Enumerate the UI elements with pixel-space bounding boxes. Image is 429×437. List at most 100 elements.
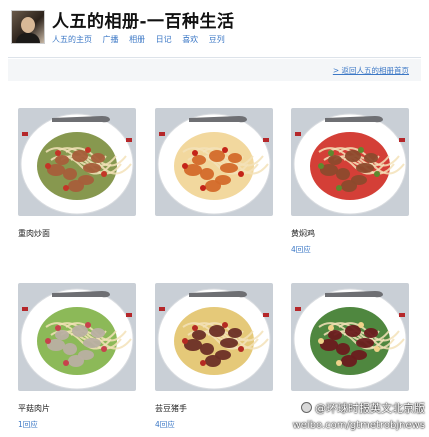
table-dot	[263, 138, 269, 142]
garnish	[45, 163, 51, 169]
page-title: 人五的相册-一百种生活	[52, 12, 235, 32]
food-piece	[91, 153, 105, 163]
food-piece	[55, 155, 69, 165]
food-piece	[68, 355, 84, 367]
food-piece	[228, 328, 242, 338]
garnish	[222, 147, 228, 153]
nav-link-diary[interactable]: 日记	[156, 35, 172, 44]
food-piece	[341, 355, 357, 367]
nav-link-likes[interactable]: 喜欢	[182, 35, 198, 44]
dish-photo	[155, 108, 273, 216]
watermark-line-1: @环球时报英文北京版	[315, 402, 425, 415]
food-piece	[356, 338, 374, 348]
table-dot	[159, 307, 165, 311]
photo-thumbnail[interactable]	[18, 108, 136, 216]
garnish	[374, 346, 380, 352]
food-piece	[336, 343, 350, 355]
photo-reply-count[interactable]: 1回应	[18, 419, 38, 430]
garnish	[192, 325, 198, 331]
photo-thumbnail[interactable]	[155, 283, 273, 391]
garnish	[85, 147, 91, 153]
photo-caption[interactable]: 芸豆猪手	[155, 403, 187, 414]
nav-link-home[interactable]: 人五的主页	[52, 35, 92, 44]
garnish	[238, 346, 244, 352]
food-piece	[364, 328, 378, 338]
header-divider	[8, 57, 421, 58]
garnish	[55, 325, 61, 331]
profile-nav: 人五的主页 广播 相册 日记 喜欢 豆列	[52, 34, 233, 45]
food-piece	[83, 338, 101, 348]
food-piece	[200, 343, 214, 355]
food-piece	[192, 155, 206, 165]
table-dot	[159, 132, 165, 136]
food-piece	[63, 168, 77, 180]
food-piece	[364, 153, 378, 163]
garnish	[358, 147, 364, 153]
food-piece	[341, 180, 357, 192]
garnish	[55, 150, 61, 156]
food-piece	[91, 328, 105, 338]
garnish	[200, 360, 206, 366]
garnish	[182, 338, 188, 344]
food-piece	[205, 180, 221, 192]
table-dot	[22, 307, 28, 311]
garnish	[63, 360, 69, 366]
garnish	[192, 150, 198, 156]
nav-link-albums[interactable]: 相册	[129, 35, 145, 44]
food-piece	[200, 168, 214, 180]
nav-link-doulist[interactable]: 豆列	[209, 35, 225, 44]
food-piece	[328, 330, 342, 340]
garnish	[85, 322, 91, 328]
photo-thumbnail[interactable]	[291, 108, 409, 216]
garnish	[318, 338, 324, 344]
dish-photo	[18, 283, 136, 391]
dish-photo	[18, 108, 136, 216]
garnish	[336, 185, 342, 191]
garnish	[45, 338, 51, 344]
garnish	[374, 171, 380, 177]
back-to-album-home-link[interactable]: > 返回人五的相册首页	[333, 65, 409, 76]
dish-photo	[291, 283, 409, 391]
table-dot	[295, 307, 301, 311]
user-avatar[interactable]	[11, 10, 45, 44]
watermark-url: weibo.com/gtmetrobjnews	[292, 420, 425, 431]
nav-link-broadcast[interactable]: 广播	[103, 35, 119, 44]
photo-caption[interactable]: 重肉炒面	[18, 228, 50, 239]
photo-reply-count[interactable]: 4回应	[291, 244, 311, 255]
garnish	[328, 325, 334, 331]
table-dot	[399, 313, 405, 317]
table-dot	[22, 132, 28, 136]
weibo-icon	[301, 402, 312, 413]
food-piece	[192, 330, 206, 340]
garnish	[101, 171, 107, 177]
watermark-handle: @环球时报英文北京版	[301, 400, 425, 416]
food-piece	[205, 355, 221, 367]
garnish	[318, 163, 324, 169]
avatar-shirt	[16, 33, 40, 43]
garnish	[200, 185, 206, 191]
avatar-face	[21, 17, 35, 33]
food-piece	[356, 163, 374, 173]
photo-thumbnail[interactable]	[155, 108, 273, 216]
garnish	[328, 150, 334, 156]
garnish	[182, 163, 188, 169]
food-piece	[83, 163, 101, 173]
photo-reply-count[interactable]: 4回应	[155, 419, 175, 430]
table-dot	[295, 132, 301, 136]
food-piece	[72, 150, 88, 162]
food-piece	[68, 180, 84, 192]
album-header: 人五的相册-一百种生活 人五的主页 广播 相册 日记 喜欢 豆列	[0, 0, 429, 56]
garnish	[222, 322, 228, 328]
photo-thumbnail[interactable]	[291, 283, 409, 391]
food-piece	[328, 155, 342, 165]
food-piece	[336, 168, 350, 180]
food-piece	[228, 153, 242, 163]
dish-photo	[155, 283, 273, 391]
food-piece	[220, 163, 238, 173]
food-piece	[220, 338, 238, 348]
food-piece	[63, 343, 77, 355]
photo-thumbnail[interactable]	[18, 283, 136, 391]
photo-caption[interactable]: 黄焖鸡	[291, 228, 315, 239]
photo-caption[interactable]: 平菇肉片	[18, 403, 50, 414]
table-dot	[126, 138, 132, 142]
